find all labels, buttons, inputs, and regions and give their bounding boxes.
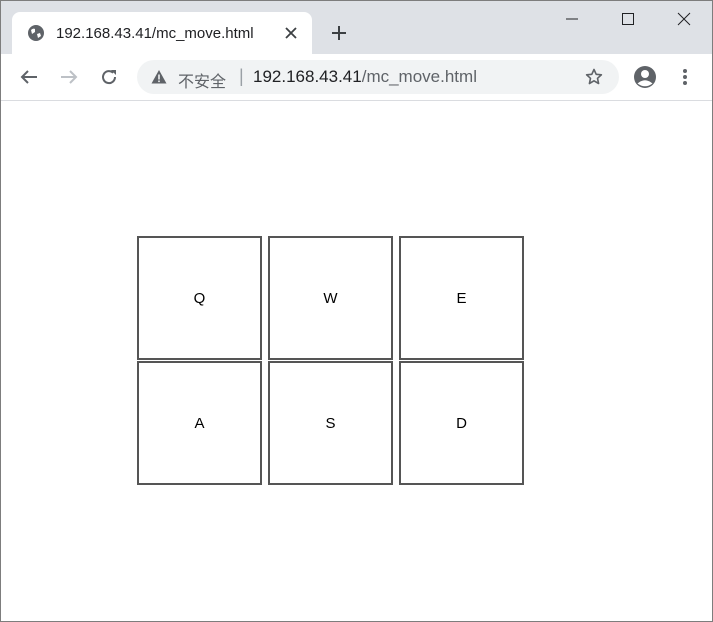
tab-title: 192.168.43.41/mc_move.html	[56, 25, 254, 42]
key-d-button[interactable]: D	[399, 361, 524, 485]
tab-active[interactable]: 192.168.43.41/mc_move.html	[12, 12, 312, 54]
url-host: 192.168.43.41	[253, 67, 362, 86]
omnibox-separator: |	[239, 66, 244, 86]
key-w-button[interactable]: W	[268, 236, 393, 360]
page-content: Q W E A S D	[1, 101, 712, 621]
security-status-label[interactable]: 不安全	[178, 68, 226, 92]
forward-arrow-icon[interactable]	[53, 61, 85, 93]
profile-avatar-icon[interactable]	[629, 61, 661, 93]
maximize-icon[interactable]	[600, 1, 656, 37]
address-bar[interactable]: 不安全 | 192.168.43.41/mc_move.html	[137, 60, 619, 94]
url-text[interactable]: 192.168.43.41/mc_move.html	[253, 67, 477, 87]
reload-icon[interactable]	[93, 61, 125, 93]
browser-toolbar: 不安全 | 192.168.43.41/mc_move.html	[1, 54, 712, 101]
browser-window: 192.168.43.41/mc_move.html 不安全 | 192.168…	[0, 0, 713, 622]
key-a-button[interactable]: A	[137, 361, 262, 485]
url-path: /mc_move.html	[361, 67, 477, 86]
key-e-button[interactable]: E	[399, 236, 524, 360]
warning-icon[interactable]	[151, 69, 167, 85]
tab-strip: 192.168.43.41/mc_move.html	[1, 1, 712, 54]
globe-icon	[28, 25, 44, 41]
back-arrow-icon[interactable]	[13, 61, 45, 93]
new-tab-icon[interactable]	[328, 22, 350, 44]
key-q-button[interactable]: Q	[137, 236, 262, 360]
minimize-icon[interactable]	[544, 1, 600, 37]
bookmark-star-icon[interactable]	[585, 68, 603, 86]
more-menu-icon[interactable]	[669, 61, 701, 93]
key-s-button[interactable]: S	[268, 361, 393, 485]
window-close-icon[interactable]	[656, 1, 712, 37]
close-tab-icon[interactable]	[283, 25, 299, 41]
